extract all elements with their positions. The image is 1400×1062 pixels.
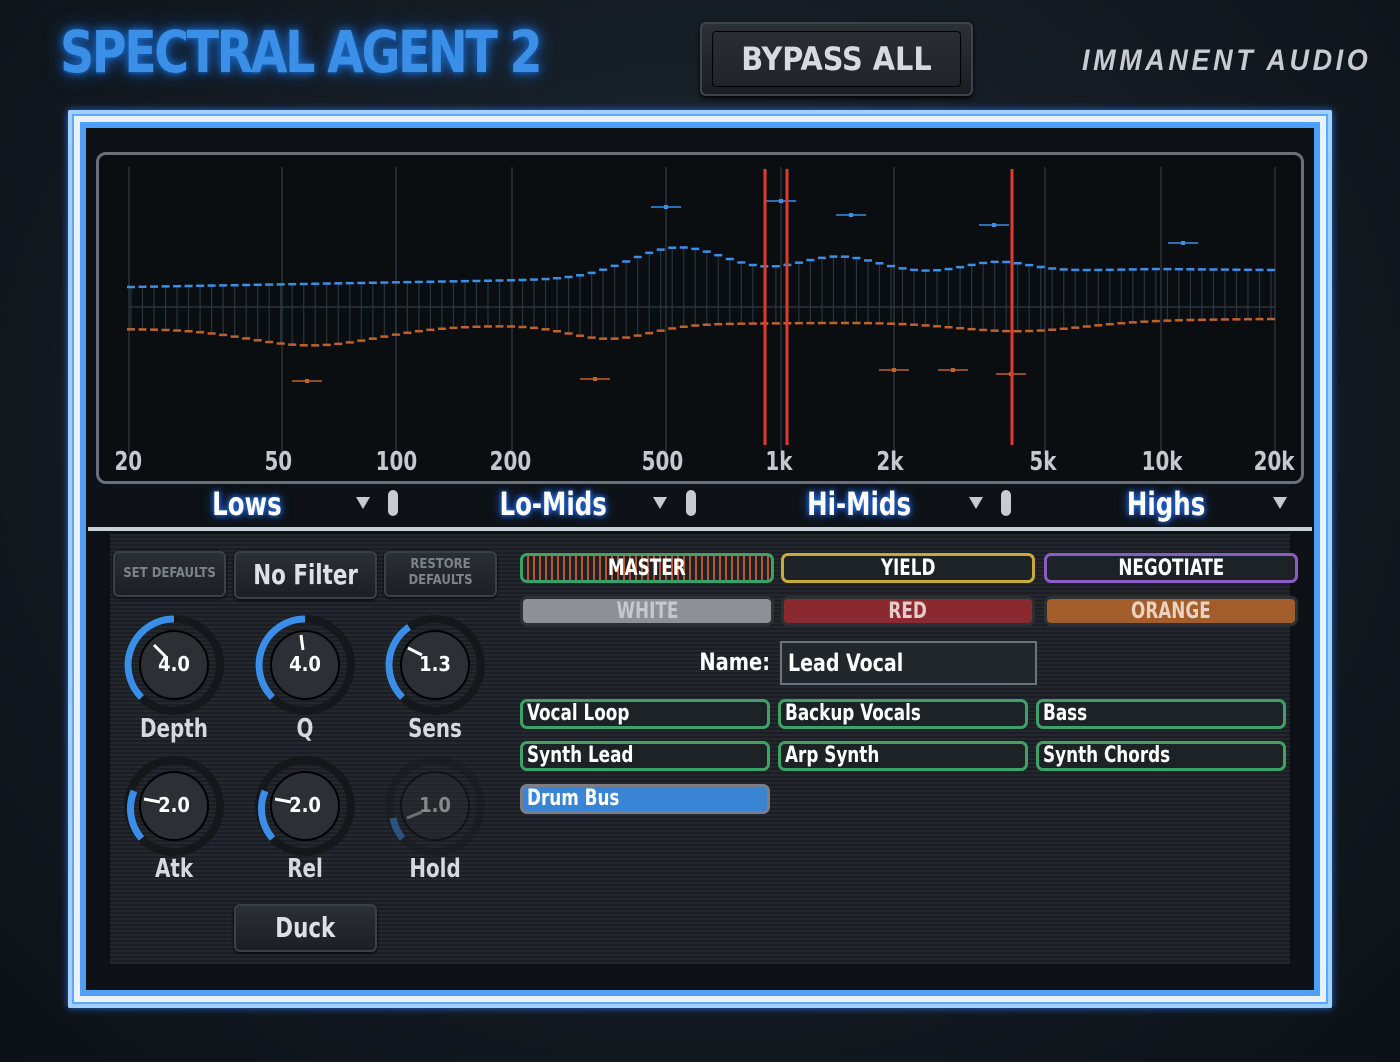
rel-value: 2.0 [289,793,321,817]
lows-dropdown-icon[interactable] [356,497,370,509]
group-negotiate-button[interactable]: NEGOTIATE [1044,553,1298,583]
spectrum-display[interactable] [96,152,1304,484]
group-white-label: WHITE [616,599,678,624]
depth-value: 4.0 [158,652,190,676]
group-orange-label: ORANGE [1131,599,1211,624]
brand-logo: IMMANENT AUDIO [1082,44,1372,77]
set-defaults-label: SET DEFAULTS [123,566,216,581]
band-lomids-label[interactable]: Lo-Mids [499,485,606,523]
group-white-button[interactable]: WHITE [520,596,774,626]
himids-dropdown-icon[interactable] [969,497,983,509]
atk-value: 2.0 [158,793,190,817]
restore-label-line1: RESTORE [410,557,471,572]
bypass-all-button[interactable]: BYPASS ALL [700,22,973,96]
track-label: Arp Synth [785,743,880,768]
group-orange-button[interactable]: ORANGE [1044,596,1298,626]
freq-label: 200 [489,447,532,477]
hold-label: Hold [409,854,461,884]
set-defaults-button[interactable]: SET DEFAULTS [113,551,226,597]
group-negotiate-label: NEGOTIATE [1118,556,1224,581]
bypass-all-label: BYPASS ALL [712,31,961,87]
track-backup-vocals-button[interactable]: Backup Vocals [778,699,1028,729]
group-red-button[interactable]: RED [781,596,1035,626]
track-label: Drum Bus [527,786,620,811]
panel-divider [88,527,1312,531]
boost-peak-dot [779,199,783,203]
band-himids-label[interactable]: Hi-Mids [807,485,911,523]
depth-label: Depth [140,714,208,744]
cut-peak-dot [593,377,597,381]
band-lows-label[interactable]: Lows [212,485,282,523]
freq-label: 500 [641,447,684,477]
track-bass-button[interactable]: Bass [1036,699,1286,729]
lows-lomids-divider-handle[interactable] [388,490,398,516]
duck-button[interactable]: Duck [234,904,377,952]
rel-label: Rel [287,854,323,884]
boost-peak-dot [849,213,853,217]
freq-label: 20k [1253,447,1295,477]
sens-label: Sens [408,714,462,744]
track-label: Backup Vocals [785,701,921,726]
group-master-label: MASTER [608,556,686,581]
sens-value: 1.3 [419,652,451,676]
track-label: Synth Chords [1043,743,1171,768]
freq-label: 5k [1029,447,1057,477]
hold-value: 1.0 [419,793,451,817]
restore-defaults-button[interactable]: RESTORE DEFAULTS [384,551,497,597]
track-arp-synth-button[interactable]: Arp Synth [778,741,1028,771]
restore-label-line2: DEFAULTS [408,573,473,588]
track-synth-chords-button[interactable]: Synth Chords [1036,741,1286,771]
band-highs-label[interactable]: Highs [1127,485,1205,523]
track-name-value: Lead Vocal [788,649,904,677]
lomids-dropdown-icon[interactable] [653,497,667,509]
boost-peak-dot [664,205,668,209]
freq-label: 50 [264,447,293,477]
q-label: Q [296,714,314,744]
freq-label: 2k [876,447,904,477]
app-title: SPECTRAL AGENT 2 [60,18,543,86]
atk-label: Atk [154,854,194,884]
group-yield-label: YIELD [880,556,936,581]
himids-highs-divider-handle[interactable] [1001,490,1011,516]
track-vocal-loop-button[interactable]: Vocal Loop [520,699,770,729]
boost-peak-dot [992,223,996,227]
track-label: Synth Lead [527,743,634,768]
track-synth-lead-button[interactable]: Synth Lead [520,741,770,771]
track-label: Bass [1043,701,1088,726]
freq-label: 10k [1141,447,1183,477]
group-yield-button[interactable]: YIELD [781,553,1035,583]
cut-peak-dot [892,368,896,372]
track-label: Vocal Loop [527,701,630,726]
highs-dropdown-icon[interactable] [1273,497,1287,509]
track-name-input[interactable]: Lead Vocal [780,641,1037,685]
no-filter-button[interactable]: No Filter [234,551,377,599]
name-field-label: Name: [699,648,770,676]
spectrum-svg [127,167,1276,455]
duck-label: Duck [275,911,336,944]
no-filter-label: No Filter [253,558,358,591]
cut-peak-dot [951,368,955,372]
cut-peak-dot [305,379,309,383]
freq-label: 100 [375,447,418,477]
q-value: 4.0 [289,652,321,676]
freq-label: 20 [114,447,143,477]
track-drum-bus-button[interactable]: Drum Bus [520,784,770,814]
group-master-button[interactable]: MASTER [520,553,774,583]
boost-peak-dot [1181,241,1185,245]
group-red-label: RED [888,599,928,624]
lomids-himids-divider-handle[interactable] [686,490,696,516]
freq-label: 1k [765,447,793,477]
